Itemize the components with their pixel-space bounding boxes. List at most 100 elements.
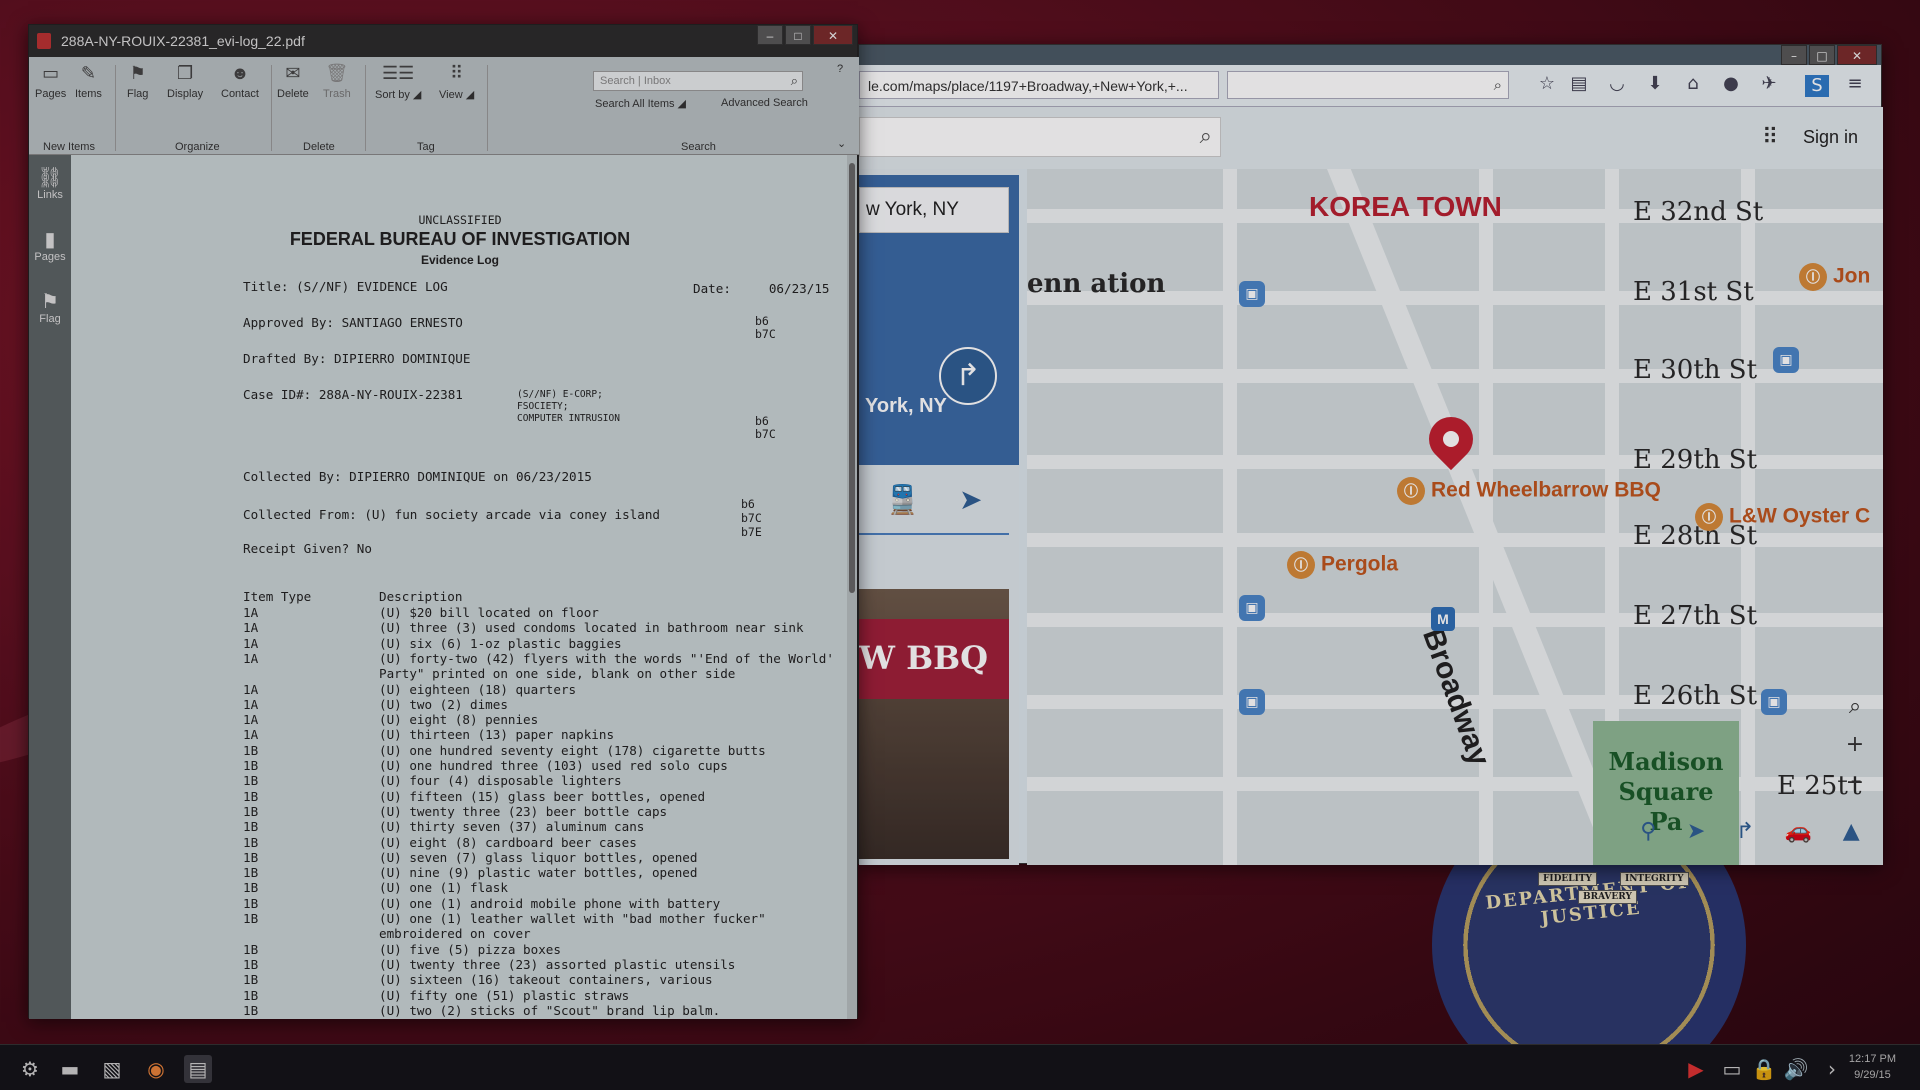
bookmark-star-icon[interactable]: ☆ — [1535, 73, 1559, 94]
skype-icon[interactable]: S — [1805, 75, 1829, 97]
item-description: (U) twenty three (23) beer bottle caps — [379, 803, 668, 819]
reading-list-icon[interactable]: ▤ — [1567, 73, 1591, 94]
items-button[interactable]: ✎ Items — [75, 61, 102, 100]
extension-icon[interactable]: ✈ — [1757, 73, 1781, 94]
street-label: E 25t — [1777, 771, 1848, 801]
place-photo[interactable]: W BBQ — [859, 589, 1009, 859]
search-all-items-dropdown[interactable]: Search All Items ◢ — [595, 97, 686, 110]
poi-pergola[interactable]: Ⓘ Pergola — [1287, 551, 1398, 579]
receipt-field: Receipt Given? No — [243, 541, 372, 556]
maps-search-input[interactable]: ⌕ — [859, 117, 1221, 157]
place-actions: 🚆 ➤ — [859, 465, 1009, 535]
sidebar-item-pages[interactable]: ▮ Pages — [29, 217, 71, 279]
vertical-scrollbar[interactable] — [847, 155, 857, 1019]
document-page: UNCLASSIFIED FEDERAL BUREAU OF INVESTIGA… — [71, 155, 849, 1019]
sort-by-button[interactable]: ☰☰ Sort by ◢ — [375, 61, 421, 101]
media-icon[interactable]: ▶ — [1682, 1055, 1710, 1083]
transit-icon[interactable]: 🚆 — [885, 483, 920, 516]
zoom-search-icon[interactable]: ⌕ — [1839, 691, 1871, 723]
poi-jon[interactable]: Ⓘ Jon — [1799, 263, 1870, 291]
volume-icon[interactable]: 🔊 — [1782, 1055, 1810, 1083]
home-icon[interactable]: ⌂ — [1681, 73, 1705, 94]
pin-icon[interactable]: ⚲ — [1640, 819, 1656, 844]
minimize-button[interactable]: – — [757, 25, 783, 45]
bus-stop-icon[interactable]: ▣ — [1239, 281, 1265, 307]
street-label: E 31st St — [1633, 277, 1754, 307]
inbox-search-input[interactable]: Search | Inbox ⌕ — [593, 71, 803, 91]
poi-red-wheelbarrow[interactable]: Ⓘ Red Wheelbarrow BBQ — [1397, 477, 1661, 505]
trash-button[interactable]: 🗑 Trash — [323, 61, 351, 100]
sidebar-item-links[interactable]: ⛓ Links — [29, 155, 71, 217]
bus-stop-icon[interactable]: ▣ — [1773, 347, 1799, 373]
sidebar-item-flag[interactable]: ⚑ Flag — [29, 279, 71, 341]
search-icon[interactable]: ⌕ — [1200, 124, 1212, 149]
document-subtitle: Evidence Log — [420, 253, 500, 267]
ribbon-divider — [365, 65, 366, 151]
image-viewer-icon[interactable]: ▧ — [98, 1055, 126, 1083]
trash-icon: 🗑 — [325, 63, 349, 83]
scrollbar-thumb[interactable] — [849, 163, 855, 593]
chat-icon[interactable]: ● — [1719, 73, 1743, 94]
pocket-icon[interactable]: ◡ — [1605, 73, 1629, 94]
contact-icon: ☻ — [230, 63, 250, 83]
item-description: (U) nine (9) plastic water bottles, open… — [379, 865, 698, 881]
display-button[interactable]: ❐ Display — [167, 61, 203, 100]
group-label: Tag — [417, 141, 435, 153]
navigate-icon[interactable]: ➤ — [959, 483, 982, 516]
sign-in-link[interactable]: Sign in — [1803, 127, 1858, 148]
ribbon-divider — [487, 65, 488, 151]
pages-button[interactable]: ▭ Pages — [35, 61, 66, 100]
close-button[interactable]: ✕ — [813, 25, 853, 45]
system-menu-icon[interactable]: ⚙ — [16, 1055, 44, 1083]
view-button[interactable]: ⠿ View ◢ — [439, 61, 474, 101]
poi-label: Pergola — [1321, 552, 1399, 576]
bus-stop-icon[interactable]: ▣ — [1761, 689, 1787, 715]
browser-search-field[interactable]: ⌕ — [1227, 71, 1509, 99]
window-title: 288A-NY-ROUIX-22381_evi-log_22.pdf — [61, 33, 305, 49]
seal-motto-bravery: BRAVERY — [1578, 890, 1637, 904]
lock-icon[interactable]: 🔒 — [1750, 1055, 1778, 1083]
help-icon[interactable]: ? — [837, 63, 843, 75]
display-icon[interactable]: ▭ — [1718, 1055, 1746, 1083]
url-bar[interactable]: le.com/maps/place/1197+Broadway,+New+Yor… — [859, 71, 1219, 99]
flag-icon: ⚑ — [41, 291, 59, 313]
search-icon[interactable]: ⌕ — [791, 73, 798, 89]
poi-lw-oyster[interactable]: Ⓘ L&W Oyster C — [1695, 503, 1870, 531]
advanced-search-link[interactable]: Advanced Search — [721, 97, 808, 109]
contact-button[interactable]: ☻ Contact — [221, 61, 259, 100]
partial-place-label: enn ation — [1027, 269, 1166, 299]
item-description: (U) two (2) sticks of "Scout" brand lip … — [379, 1002, 721, 1018]
bus-stop-icon[interactable]: ▣ — [1239, 595, 1265, 621]
chevron-right-icon[interactable]: › — [1818, 1055, 1846, 1083]
download-icon[interactable]: ⬇ — [1643, 73, 1667, 94]
bus-stop-icon[interactable]: ▣ — [1239, 689, 1265, 715]
zoom-in-icon[interactable]: + — [1839, 729, 1871, 761]
menu-icon[interactable]: ≡ — [1843, 73, 1867, 94]
map-canvas[interactable]: enn ation KOREA TOWN E 32nd St E 31st St… — [1027, 169, 1883, 865]
zoom-out-icon[interactable]: − — [1839, 767, 1871, 799]
minimize-button[interactable]: – — [1781, 45, 1807, 65]
delete-button[interactable]: ✉ Delete — [277, 61, 309, 100]
collapse-ribbon-icon[interactable]: ⌄ — [837, 137, 846, 150]
maximize-button[interactable]: □ — [785, 25, 811, 45]
maximize-button[interactable]: □ — [1809, 45, 1835, 65]
expand-icon[interactable]: ▲ — [1843, 819, 1860, 844]
navigate-icon[interactable]: ➤ — [1687, 819, 1705, 844]
display-icon: ❐ — [176, 63, 194, 83]
firefox-icon[interactable]: ◉ — [142, 1055, 170, 1083]
subway-station-icon[interactable]: M — [1431, 607, 1455, 631]
apps-grid-icon[interactable]: ⠿ — [1762, 125, 1778, 150]
search-icon: ⌕ — [1493, 76, 1502, 94]
terminal-icon[interactable]: ▬ — [56, 1055, 84, 1083]
redaction-code: b6 b7C b7E — [741, 497, 762, 539]
car-icon[interactable]: 🚗 — [1785, 819, 1812, 844]
directions-button[interactable]: ↱ — [939, 347, 997, 405]
directions-icon[interactable]: ↱ — [1736, 819, 1754, 844]
close-button[interactable]: ✕ — [1837, 45, 1877, 65]
item-description: (U) eight (8) pennies — [379, 712, 539, 728]
item-type: 1B — [243, 972, 259, 988]
place-search-box[interactable]: w York, NY — [859, 187, 1009, 233]
flag-button[interactable]: ⚑ Flag — [127, 61, 148, 100]
system-clock[interactable]: 12:17 PM 9/29/15 — [1849, 1051, 1896, 1083]
pdf-app-icon[interactable]: ▤ — [184, 1055, 212, 1083]
